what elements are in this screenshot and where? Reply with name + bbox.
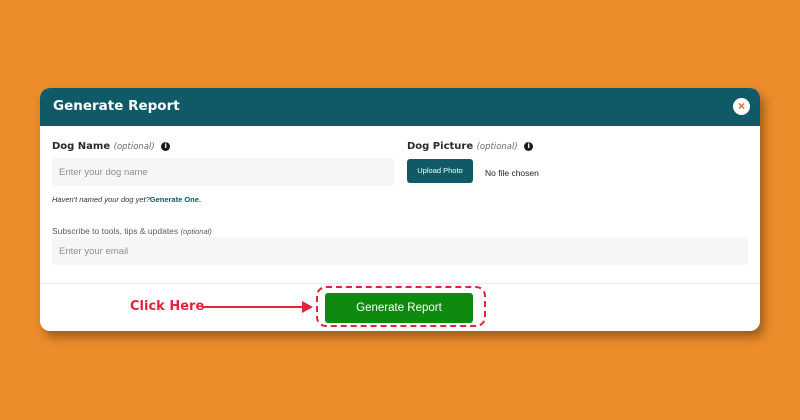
dog-name-optional: (optional) bbox=[113, 142, 155, 152]
info-icon[interactable]: i bbox=[524, 142, 534, 151]
helper-text: Haven't named your dog yet? bbox=[52, 195, 150, 204]
footer-divider bbox=[40, 283, 760, 284]
subscribe-label: Subscribe to tools, tips & updates (opti… bbox=[52, 226, 212, 236]
email-input[interactable] bbox=[52, 237, 748, 265]
file-status: No file chosen bbox=[485, 168, 539, 178]
dog-picture-optional: (optional) bbox=[476, 142, 518, 152]
dog-name-label: Dog Name (optional) i bbox=[52, 141, 171, 152]
dog-name-input[interactable] bbox=[52, 158, 394, 186]
arrow-right-icon bbox=[202, 301, 313, 313]
highlight-outline bbox=[316, 286, 486, 327]
click-here-annotation: Click Here bbox=[130, 299, 205, 314]
subscribe-label-text: Subscribe to tools, tips & updates bbox=[52, 226, 179, 236]
dog-name-helper: Haven't named your dog yet?Generate One. bbox=[52, 195, 201, 204]
modal-title: Generate Report bbox=[53, 98, 180, 114]
dog-name-label-text: Dog Name bbox=[52, 141, 111, 152]
generate-name-link[interactable]: Generate One. bbox=[150, 195, 201, 204]
close-icon[interactable]: × bbox=[733, 98, 750, 115]
dog-picture-label: Dog Picture (optional) i bbox=[407, 141, 534, 152]
subscribe-optional: (optional) bbox=[180, 227, 212, 236]
upload-photo-button[interactable]: Upload Photo bbox=[407, 159, 473, 183]
modal-header: Generate Report × bbox=[40, 88, 760, 126]
info-icon[interactable]: i bbox=[161, 142, 171, 151]
dog-picture-label-text: Dog Picture bbox=[407, 141, 474, 152]
